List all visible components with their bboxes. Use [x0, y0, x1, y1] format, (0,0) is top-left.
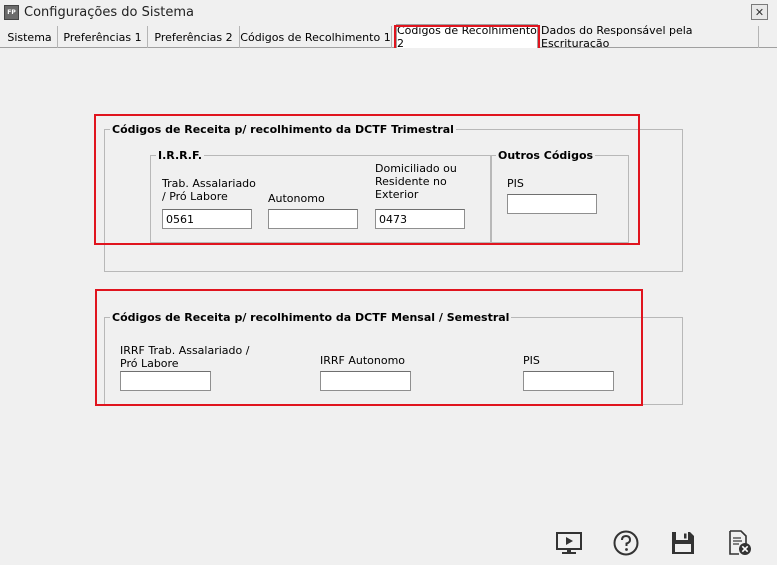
tab-preferencias-1[interactable]: Preferências 1 [58, 26, 148, 48]
irrf-autonomo-label: Autonomo [268, 192, 325, 205]
mensal-assalariado-input[interactable] [120, 371, 211, 391]
tab-bar: Sistema Preferências 1 Preferências 2 Có… [0, 24, 777, 50]
window-title: Configurações do Sistema [24, 5, 194, 20]
help-button[interactable] [611, 528, 641, 558]
irrf-exterior-input[interactable] [375, 209, 465, 229]
tab-dados-responsavel[interactable]: Dados do Responsável pela Escrituração [541, 24, 759, 50]
trimestral-group-title: Códigos de Receita p/ recolhimento da DC… [110, 123, 456, 136]
outros-pis-label: PIS [507, 177, 524, 190]
tab-sistema[interactable]: Sistema [2, 26, 58, 48]
monitor-play-icon [556, 532, 582, 554]
close-document-icon [729, 530, 751, 555]
title-bar: FP Configurações do Sistema ✕ [0, 0, 777, 26]
outros-codigos-group-title: Outros Códigos [496, 149, 596, 162]
mensal-autonomo-label: IRRF Autonomo [320, 354, 406, 367]
tab-preferencias-2[interactable]: Preferências 2 [148, 26, 240, 48]
mensal-pis-label: PIS [523, 354, 540, 367]
mensal-group-title: Códigos de Receita p/ recolhimento da DC… [110, 311, 512, 324]
irrf-assalariado-label: Trab. Assalariado / Pró Labore [162, 177, 256, 203]
tab-content [2, 48, 774, 518]
bottom-toolbar [0, 520, 777, 565]
mensal-pis-input[interactable] [523, 371, 614, 391]
mensal-assalariado-label: IRRF Trab. Assalariado / Pró Labore [120, 344, 250, 370]
help-icon [613, 530, 639, 556]
save-icon [672, 532, 694, 554]
irrf-group-title: I.R.R.F. [156, 149, 205, 162]
close-window-button[interactable]: ✕ [751, 4, 768, 20]
close-document-button[interactable] [725, 528, 755, 558]
tab-codigos-recolhimento-2[interactable]: Códigos de Recolhimento 2 [396, 24, 538, 50]
preview-button[interactable] [554, 528, 584, 558]
mensal-autonomo-input[interactable] [320, 371, 411, 391]
outros-pis-input[interactable] [507, 194, 597, 214]
save-button[interactable] [668, 528, 698, 558]
irrf-assalariado-input[interactable] [162, 209, 252, 229]
irrf-exterior-label: Domiciliado ou Residente no Exterior [375, 162, 457, 201]
tab-codigos-recolhimento-1[interactable]: Códigos de Recolhimento 1 [240, 26, 392, 48]
irrf-autonomo-input[interactable] [268, 209, 358, 229]
close-icon: ✕ [754, 5, 765, 19]
app-icon: FP [4, 5, 19, 20]
